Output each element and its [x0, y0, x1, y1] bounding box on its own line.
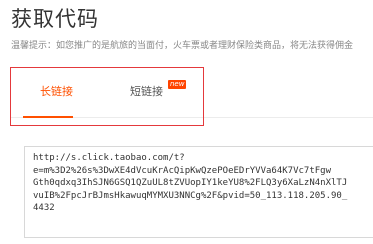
active-tab-underline — [23, 116, 73, 118]
new-badge: new — [168, 80, 187, 89]
link-line: Gth0qdxq3IhSJN6GSQ1QZuUL8tZVUopIY1keYU8%… — [33, 178, 348, 188]
get-code-page: 获取代码 温馨提示：如您推广的是航旅的当面付，火车票或者理财保险类商品，将无法获… — [0, 0, 373, 244]
link-textarea[interactable]: http://s.click.taobao.com/t? e=m%3D2%26s… — [24, 146, 373, 238]
page-title: 获取代码 — [11, 7, 99, 31]
notice-text: 温馨提示：如您推广的是航旅的当面付，火车票或者理财保险类商品，将无法获得佣金 — [11, 41, 354, 51]
tab-long-link[interactable]: 长链接 — [40, 85, 73, 99]
link-line: http://s.click.taobao.com/t? — [33, 153, 185, 163]
link-line: e=m%3D2%26s%3DwXE4dVcuKrAcQipKwQzePOeEDr… — [33, 165, 332, 176]
link-line: 4432 — [33, 203, 55, 213]
tab-short-link[interactable]: 短链接 — [130, 85, 163, 99]
link-line: vuIB%2FpcJrBJmsHkawuqMYMXU3NNCg%2F&pvid=… — [33, 190, 348, 201]
